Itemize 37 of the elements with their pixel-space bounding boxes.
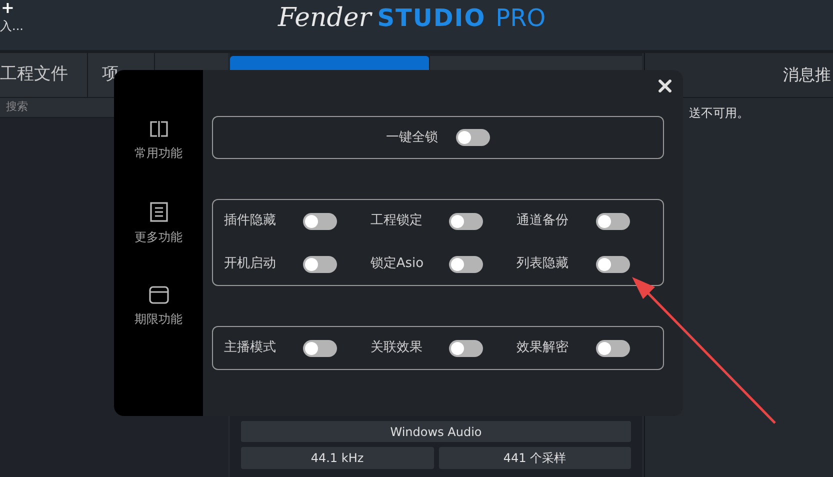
sidebar-item[interactable]: 常用功能 (134, 120, 182, 162)
toggle-label: 工程锁定 (370, 212, 424, 230)
toggle-switch[interactable] (449, 256, 484, 272)
sample-rate: 44.1 kHz (241, 447, 434, 469)
toggle-switch[interactable] (449, 212, 484, 230)
toggle-label: 一键全锁 (386, 128, 438, 147)
audio-device: Windows Audio (241, 421, 631, 442)
message-text: 送不可用。 (688, 105, 750, 122)
logo-product: STUDIO (377, 3, 486, 34)
project-name: 入... (0, 19, 24, 33)
logo-brand: Fender (278, 2, 372, 34)
sidebar-item[interactable]: 期限功能 (134, 286, 182, 328)
window-icon (148, 286, 168, 304)
toggle-label: 主播模式 (224, 339, 277, 358)
add-label[interactable]: + (1, 1, 24, 15)
toggle-switch[interactable] (303, 212, 337, 230)
toggle-switch[interactable] (303, 340, 337, 356)
logo-suffix: PRO (496, 3, 546, 34)
toggle-switch[interactable] (596, 340, 630, 356)
toggle-switch[interactable] (303, 256, 337, 272)
sidebar-item[interactable]: 更多功能 (134, 202, 182, 246)
toggle-switch[interactable] (596, 256, 630, 272)
toggle-label: 锁定Asio (370, 255, 425, 274)
toggle-label: 关联效果 (370, 339, 424, 358)
buffer-size: 441 个采样 (438, 447, 631, 469)
panel-tab[interactable]: 工程文件 (0, 53, 88, 97)
toggle-switch[interactable] (449, 340, 484, 356)
toggle-label: 通道备份 (516, 212, 570, 230)
toggle-label: 开机启动 (224, 255, 277, 274)
message-title: 消息推 (783, 64, 831, 86)
toggle-label: 效果解密 (516, 339, 570, 358)
toggle-label: 插件隐藏 (224, 212, 277, 230)
panel-icon (148, 120, 168, 138)
toggle-label: 列表隐藏 (516, 255, 570, 274)
toggle-switch[interactable] (596, 212, 630, 230)
toggle-switch[interactable] (456, 129, 490, 146)
document-icon (150, 202, 168, 222)
